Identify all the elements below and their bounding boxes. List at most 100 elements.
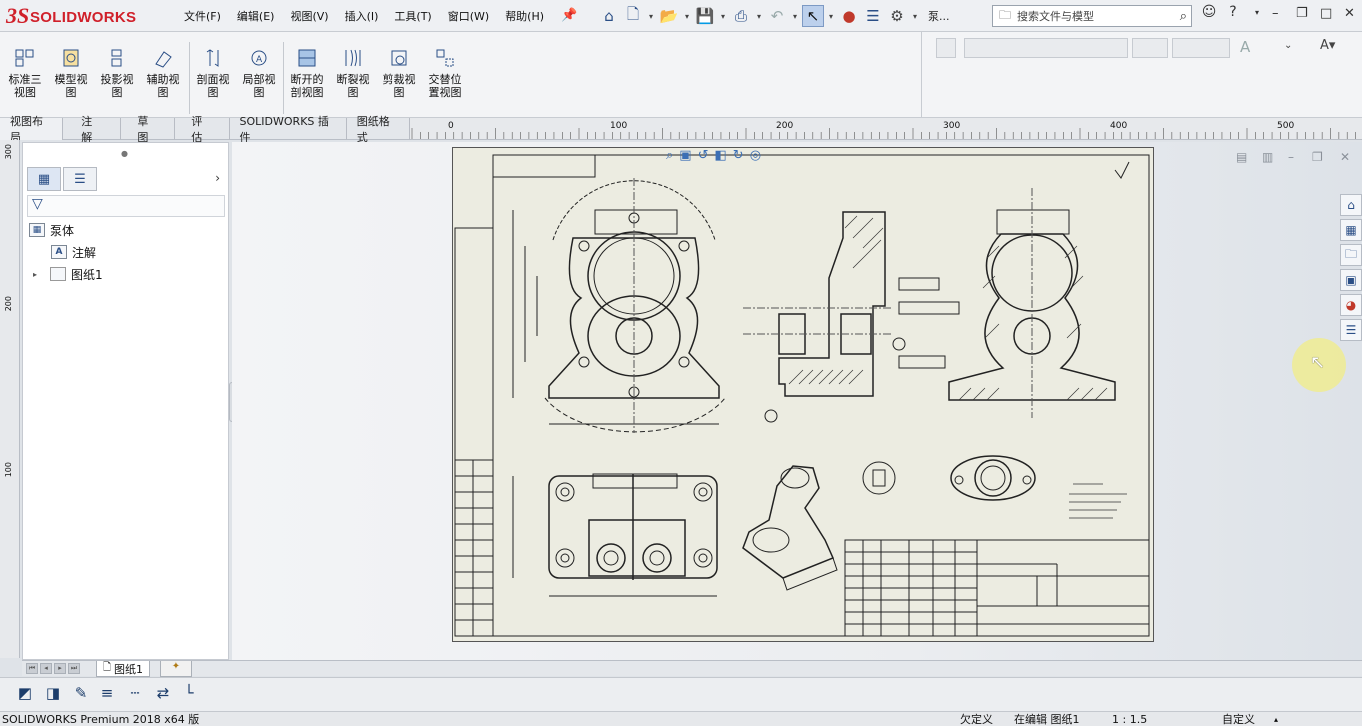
ribbon-break-view-button[interactable]: 断裂视图	[332, 48, 374, 99]
chevron-down-icon[interactable]: ▾	[718, 5, 728, 27]
section-view-icon[interactable]: ◧	[714, 148, 726, 163]
select-cursor-icon[interactable]: ↖	[802, 5, 824, 27]
solidworks-logo[interactable]: 3S SOLIDWORKS	[6, 3, 156, 29]
open-icon[interactable]: 📂	[658, 5, 680, 27]
ribbon-model-view-button[interactable]: 模型视图	[50, 48, 92, 99]
menu-view[interactable]: 视图(V)	[282, 8, 336, 24]
text-style-icon[interactable]: A	[1240, 38, 1250, 56]
chevron-down-icon[interactable]: ▾	[646, 5, 656, 27]
restore-icon[interactable]: ❐	[1296, 6, 1308, 21]
doc-restore-icon[interactable]: ❐	[1312, 150, 1323, 164]
custom-properties-icon[interactable]: ☰	[1340, 319, 1362, 341]
ribbon-detail-view-button[interactable]: A 局部视图	[238, 48, 280, 99]
pin-icon[interactable]: 📌	[561, 8, 577, 23]
doc-tile-right-icon[interactable]: ▥	[1262, 150, 1273, 164]
chevron-down-icon[interactable]: ▾	[790, 5, 800, 27]
layer-properties-icon[interactable]: ◩	[14, 684, 36, 706]
layer-icon[interactable]	[936, 38, 956, 58]
tab-evaluate[interactable]: 评估	[175, 115, 230, 144]
doc-tile-left-icon[interactable]: ▤	[1236, 150, 1247, 164]
chevron-right-icon[interactable]: ›	[215, 171, 220, 185]
line-thickness-icon[interactable]: ≡	[96, 684, 118, 706]
first-sheet-icon[interactable]: ⏮	[26, 663, 38, 674]
close-icon[interactable]: ✕	[1344, 6, 1355, 21]
tab-sketch[interactable]: 草图	[121, 115, 176, 144]
chevron-down-icon[interactable]: ▾	[1248, 8, 1266, 17]
drawing-sheet[interactable]	[452, 147, 1154, 642]
ribbon-alternate-position-view-button[interactable]: 交替位置视图	[424, 48, 466, 99]
solidworks-resources-icon[interactable]: ⌂	[1340, 194, 1362, 216]
save-icon[interactable]: 💾	[694, 5, 716, 27]
rotate-view-icon[interactable]: ↻	[733, 148, 744, 163]
text-format-icon[interactable]: A▾	[1320, 38, 1335, 53]
previous-view-icon[interactable]: ↺	[698, 148, 709, 163]
ribbon-standard-3-view-button[interactable]: 标准三视图	[4, 48, 46, 99]
doc-minimize-icon[interactable]: –	[1288, 150, 1294, 164]
menu-insert[interactable]: 插入(I)	[337, 8, 387, 24]
add-sheet-icon[interactable]: ✦	[160, 661, 192, 677]
menu-tools[interactable]: 工具(T)	[386, 8, 439, 24]
prev-sheet-icon[interactable]: ◂	[40, 663, 52, 674]
chevron-down-icon[interactable]: ▾	[754, 5, 764, 27]
property-manager-tab-icon[interactable]: ☰	[63, 167, 97, 191]
menu-window[interactable]: 窗口(W)	[440, 8, 497, 24]
menu-help[interactable]: 帮助(H)	[497, 8, 552, 24]
size-field[interactable]	[1172, 38, 1230, 58]
expand-arrow-icon[interactable]: ▸	[33, 270, 45, 279]
tree-filter[interactable]: ▽	[27, 195, 225, 217]
sheet-tab-1[interactable]: 🗋 图纸1	[96, 661, 151, 677]
chevron-down-icon[interactable]: ▾	[910, 5, 920, 27]
ribbon-auxiliary-view-button[interactable]: 辅助视图	[142, 48, 184, 99]
new-document-icon[interactable]: 🗋	[622, 5, 644, 27]
line-style-icon[interactable]: ┄	[124, 684, 146, 706]
ribbon-crop-view-button[interactable]: 剪裁视图	[378, 48, 420, 99]
tree-item-sheet[interactable]: ▸ 图纸1	[33, 265, 103, 283]
ribbon-section-view-button[interactable]: 剖面视图	[192, 48, 234, 99]
last-sheet-icon[interactable]: ⏭	[68, 663, 80, 674]
tree-root[interactable]: ▦ 泵体	[29, 221, 74, 239]
chevron-up-icon[interactable]: ▴	[1274, 712, 1278, 726]
hide-show-edges-icon[interactable]: ⇄	[152, 684, 174, 706]
chevron-down-icon[interactable]: ▾	[682, 5, 692, 27]
print-icon[interactable]: ⎙	[730, 5, 752, 27]
home-icon[interactable]: ⌂	[598, 5, 620, 27]
font-size-dropdown[interactable]	[1132, 38, 1168, 58]
menu-file[interactable]: 文件(F)	[176, 8, 229, 24]
chevron-down-icon[interactable]: ▾	[826, 5, 836, 27]
file-properties-icon[interactable]: ☰	[862, 5, 884, 27]
line-format-icon[interactable]: └	[178, 684, 200, 706]
ribbon-broken-out-section-button[interactable]: 断开的剖视图	[286, 48, 328, 99]
menu-edit[interactable]: 编辑(E)	[229, 8, 283, 24]
file-explorer-icon[interactable]: 🗀	[1340, 244, 1362, 266]
search-input[interactable]: 搜索文件与模型	[1017, 8, 1174, 24]
layer-dropdown-icon[interactable]: ◨	[42, 684, 64, 706]
view-palette-icon[interactable]: ▣	[1340, 269, 1362, 291]
search-box[interactable]: 🗀 搜索文件与模型 ⌕	[992, 5, 1192, 27]
next-sheet-icon[interactable]: ▸	[54, 663, 66, 674]
ribbon-projected-view-button[interactable]: 投影视图	[96, 48, 138, 99]
line-color-icon[interactable]: ✎	[70, 684, 92, 706]
chevron-double-down-icon[interactable]: ⌄	[1284, 40, 1292, 51]
feature-manager-tab-icon[interactable]: ▦	[27, 167, 61, 191]
maximize-icon[interactable]: □	[1320, 6, 1332, 21]
unit-system[interactable]: 自定义	[1222, 712, 1255, 726]
panel-grip[interactable]: ●	[121, 149, 128, 158]
minimize-icon[interactable]: –	[1272, 6, 1279, 21]
tab-annotation[interactable]: 注解	[63, 115, 122, 144]
tab-solidworks-addins[interactable]: SOLIDWORKS 插件	[230, 115, 347, 144]
user-icon[interactable]: ☺	[1200, 4, 1218, 20]
tab-sheet-format[interactable]: 图纸格式	[347, 115, 410, 144]
undo-icon[interactable]: ↶	[766, 5, 788, 27]
options-gear-icon[interactable]: ⚙	[886, 5, 908, 27]
view-settings-icon[interactable]: ◎	[750, 148, 761, 163]
tree-item-annotations[interactable]: A 注解	[51, 243, 96, 261]
sheet-scale[interactable]: 1 : 1.5	[1112, 712, 1147, 726]
font-dropdown[interactable]	[964, 38, 1128, 58]
search-icon[interactable]: ⌕	[1180, 9, 1191, 24]
help-icon[interactable]: ?	[1224, 4, 1242, 20]
design-library-icon[interactable]: ▦	[1340, 219, 1362, 241]
rebuild-traffic-light-icon[interactable]: ●	[838, 5, 860, 27]
tab-view-layout[interactable]: 视图布局	[0, 115, 64, 144]
doc-close-icon[interactable]: ✕	[1340, 150, 1350, 164]
appearances-icon[interactable]: ◕	[1340, 294, 1362, 316]
